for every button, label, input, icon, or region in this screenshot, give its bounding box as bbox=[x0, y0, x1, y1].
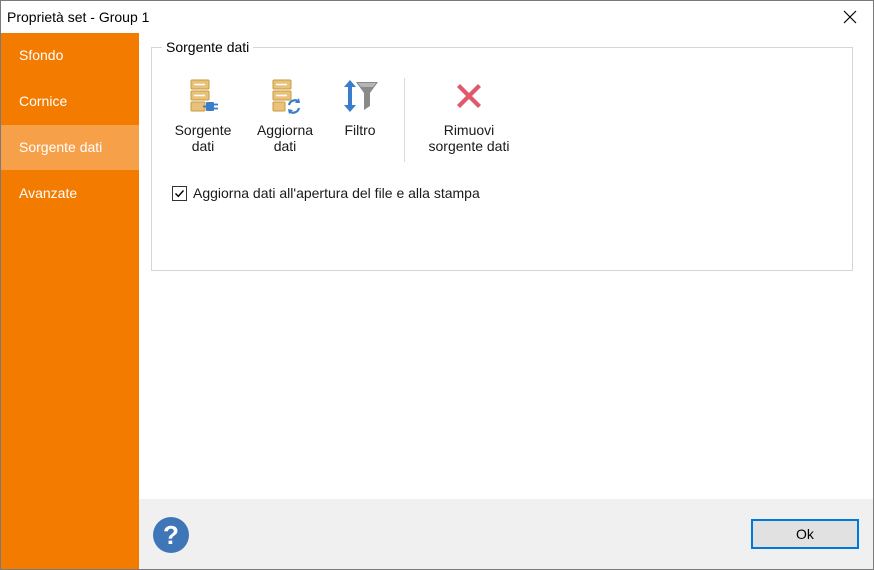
content-panel: Sorgente dati Sorgente dati Aggiorna dat… bbox=[139, 33, 873, 499]
data-source-button[interactable]: Sorgente dati bbox=[170, 78, 236, 154]
data-source-icon bbox=[190, 79, 218, 112]
ok-button[interactable]: Ok bbox=[751, 519, 859, 549]
sidebar-item-avanzate[interactable]: Avanzate bbox=[1, 171, 139, 216]
ribbon-separator bbox=[404, 78, 405, 162]
filter-button[interactable]: Filtro bbox=[332, 78, 388, 138]
data-source-label: Sorgente dati bbox=[174, 122, 232, 154]
data-source-group: Sorgente dati Sorgente dati Aggiorna dat… bbox=[151, 39, 853, 271]
refresh-data-label: Aggiorna dati bbox=[256, 122, 314, 154]
auto-refresh-checkbox[interactable] bbox=[172, 185, 187, 201]
auto-refresh-option[interactable]: Aggiorna dati all'apertura del file e al… bbox=[172, 185, 480, 201]
dialog-window: Proprietà set - Group 1 Sfondo Cornice S… bbox=[0, 0, 874, 570]
filter-label: Filtro bbox=[344, 122, 376, 138]
title-bar: Proprietà set - Group 1 bbox=[1, 1, 873, 33]
refresh-data-button[interactable]: Aggiorna dati bbox=[250, 78, 320, 154]
help-button[interactable]: ? bbox=[153, 517, 189, 553]
sidebar: Sfondo Cornice Sorgente dati Avanzate bbox=[1, 33, 139, 569]
footer-bar: ? Ok bbox=[139, 499, 873, 569]
checkmark-icon bbox=[175, 189, 185, 197]
sidebar-item-sfondo[interactable]: Sfondo bbox=[1, 33, 139, 78]
close-button[interactable] bbox=[827, 1, 873, 33]
remove-icon bbox=[457, 84, 481, 108]
filter-icon bbox=[344, 80, 378, 112]
remove-data-source-label: Rimuovi sorgente dati bbox=[428, 122, 510, 154]
sidebar-item-sorgente-dati[interactable]: Sorgente dati bbox=[1, 125, 139, 170]
auto-refresh-label: Aggiorna dati all'apertura del file e al… bbox=[193, 185, 480, 201]
close-icon bbox=[843, 10, 857, 24]
refresh-data-icon bbox=[272, 79, 301, 114]
window-title: Proprietà set - Group 1 bbox=[7, 9, 150, 25]
remove-data-source-button[interactable]: Rimuovi sorgente dati bbox=[418, 78, 520, 154]
group-title: Sorgente dati bbox=[162, 39, 254, 55]
sidebar-item-cornice[interactable]: Cornice bbox=[1, 79, 139, 124]
help-icon: ? bbox=[163, 520, 179, 550]
